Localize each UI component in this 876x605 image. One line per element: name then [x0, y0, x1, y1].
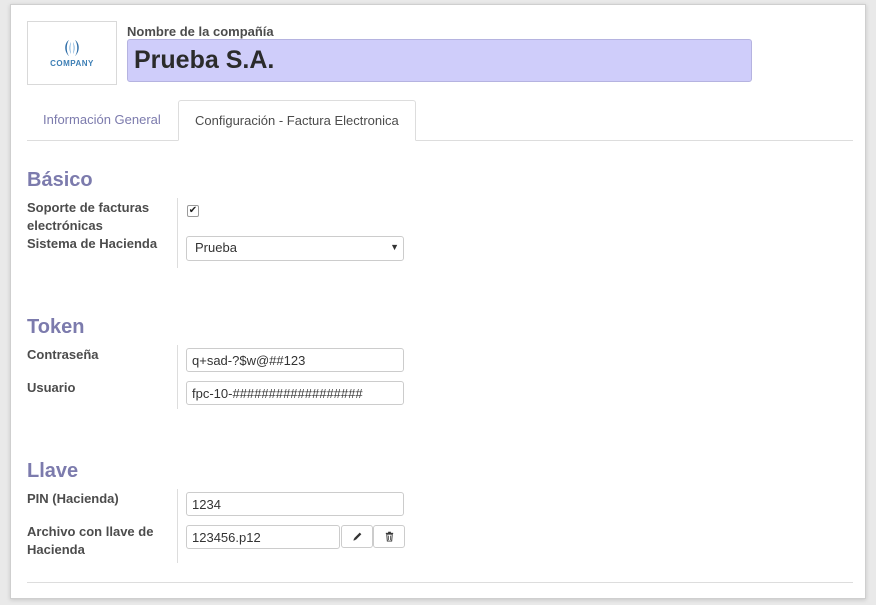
section-title-basico: Básico: [27, 169, 93, 191]
tab-informacion-general[interactable]: Información General: [27, 100, 177, 140]
usuario-input[interactable]: [186, 381, 404, 405]
pencil-icon: [352, 532, 361, 541]
caret-down-icon: ▼: [390, 242, 399, 252]
pin-hacienda-label: PIN (Hacienda): [27, 491, 119, 506]
check-icon: ✔: [188, 205, 198, 216]
archivo-llave-label: Archivo con llave de Hacienda: [27, 524, 154, 557]
company-name-label: Nombre de la compañía: [127, 24, 274, 39]
logo-text: COMPANY: [50, 58, 94, 68]
archivo-llave-input[interactable]: [186, 525, 340, 549]
section-title-llave: Llave: [27, 460, 79, 482]
pin-hacienda-input[interactable]: [186, 492, 404, 516]
sistema-hacienda-label: Sistema de Hacienda: [27, 236, 158, 251]
delete-file-button[interactable]: [373, 525, 405, 548]
notebook-tabs: Información General Configuración - Fact…: [27, 100, 853, 141]
contrasena-label: Contraseña: [27, 347, 99, 362]
usuario-label: Usuario: [27, 380, 76, 395]
logo-mark-icon: [65, 39, 79, 56]
bottom-divider: [27, 582, 853, 583]
form-sheet: COMPANY Nombre de la compañía Informació…: [10, 4, 866, 599]
section-title-token: Token: [27, 316, 85, 338]
soporte-facturas-checkbox[interactable]: ✔: [187, 205, 199, 217]
tab-factura-electronica[interactable]: Configuración - Factura Electronica: [178, 100, 416, 141]
trash-icon: [385, 531, 393, 542]
contrasena-input[interactable]: [186, 348, 404, 372]
soporte-facturas-label: Soporte de facturas electrónicas: [27, 200, 150, 233]
sistema-hacienda-select[interactable]: Prueba ▼: [186, 236, 404, 261]
company-logo[interactable]: COMPANY: [27, 21, 117, 85]
sistema-hacienda-value: Prueba: [195, 240, 237, 255]
company-name-input[interactable]: [127, 39, 752, 82]
field-divider: [177, 345, 178, 409]
field-divider: [177, 198, 178, 268]
field-divider: [177, 489, 178, 563]
edit-file-button[interactable]: [341, 525, 373, 548]
